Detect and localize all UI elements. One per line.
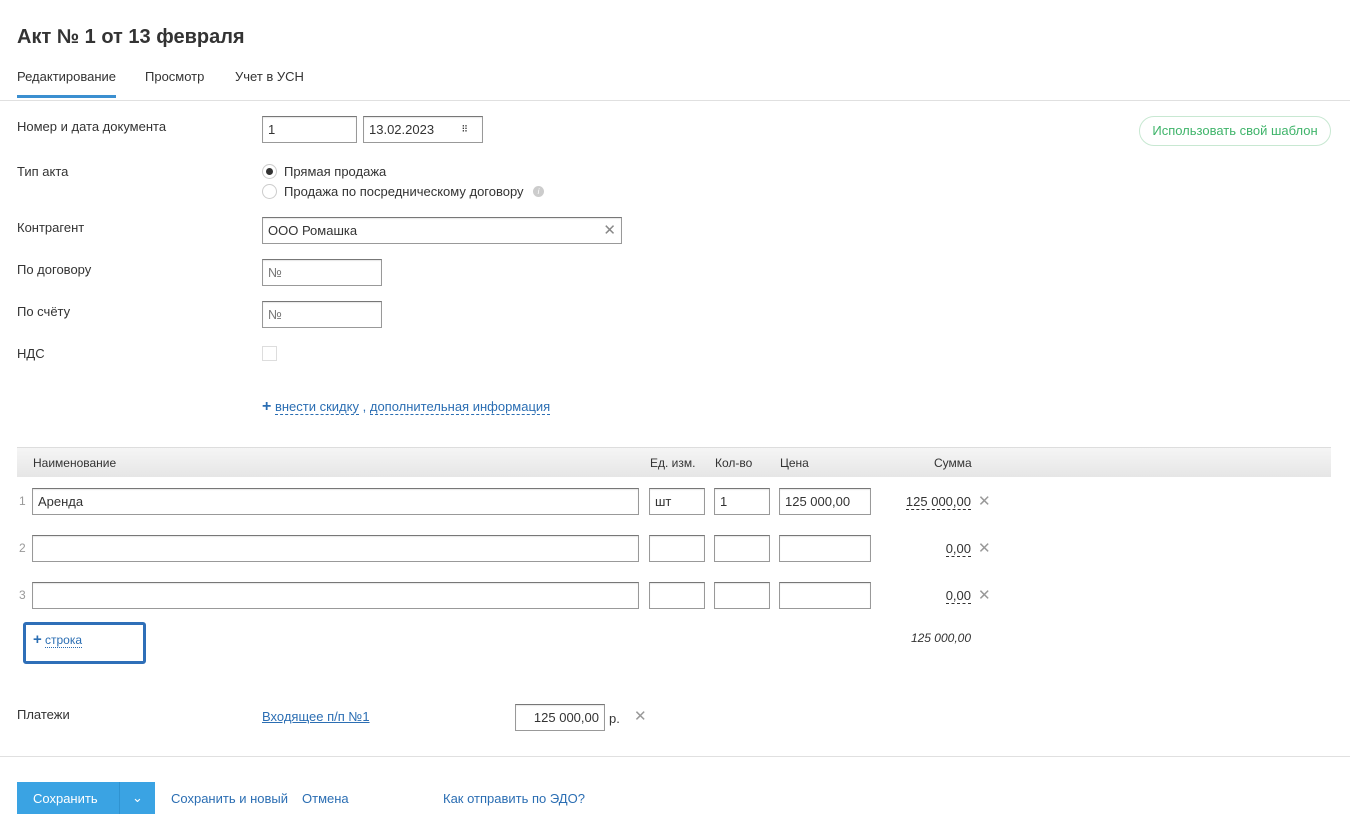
separator: , <box>362 399 367 414</box>
doc-number-input[interactable]: 1 <box>262 116 357 143</box>
invoice-input[interactable]: № <box>262 301 382 328</box>
direct-sale-label: Прямая продажа <box>284 164 387 179</box>
name-input[interactable] <box>32 535 639 562</box>
name-input[interactable] <box>32 582 639 609</box>
counterparty-label: Контрагент <box>17 220 85 235</box>
use-template-button[interactable]: Использовать свой шаблон <box>1139 116 1331 146</box>
counterparty-value: ООО Ромашка <box>268 223 358 238</box>
date-value: 13.02.2023 <box>369 122 435 137</box>
payment-link[interactable]: Входящее п/п №1 <box>262 709 370 724</box>
payment-amount-input[interactable]: 125 000,00 <box>515 704 605 731</box>
col-unit: Ед. изм. <box>650 456 696 470</box>
add-row-link[interactable]: строка <box>45 633 83 648</box>
save-button[interactable]: Сохранить ⌄ <box>17 782 155 814</box>
divider <box>0 100 1350 101</box>
tab-usn[interactable]: Учет в УСН <box>235 69 304 95</box>
divider <box>0 756 1350 757</box>
row-sum: 125 000,00 <box>905 494 971 510</box>
plus-icon: + <box>262 398 272 415</box>
name-input[interactable]: Аренда <box>32 488 639 515</box>
col-qty: Кол-во <box>715 456 753 470</box>
contract-label: По договору <box>17 262 92 277</box>
vat-label: НДС <box>17 346 45 361</box>
vat-checkbox[interactable] <box>262 346 277 361</box>
delete-row-icon[interactable]: ✕ <box>978 539 991 557</box>
radio-agent-sale[interactable] <box>262 184 277 199</box>
extra-info-link[interactable]: дополнительная информация <box>369 399 551 415</box>
plus-icon: + <box>33 631 42 648</box>
invoice-label: По счёту <box>17 304 71 319</box>
row-number: 3 <box>19 588 26 602</box>
qty-input[interactable] <box>714 535 770 562</box>
agent-sale-label: Продажа по посредническому договору <box>284 184 524 199</box>
row-number: 1 <box>19 494 26 508</box>
clear-icon[interactable]: ✕ <box>603 218 616 243</box>
row-number: 2 <box>19 541 26 555</box>
contract-input[interactable]: № <box>262 259 382 286</box>
unit-input[interactable] <box>649 582 705 609</box>
number-date-label: Номер и дата документа <box>17 119 167 134</box>
discount-link[interactable]: внести скидку <box>274 399 359 415</box>
price-input[interactable] <box>779 582 871 609</box>
delete-row-icon[interactable]: ✕ <box>978 586 991 604</box>
chevron-down-icon[interactable]: ⌄ <box>119 782 155 814</box>
col-name: Наименование <box>33 456 117 470</box>
tab-editing[interactable]: Редактирование <box>17 69 117 98</box>
price-input[interactable] <box>779 535 871 562</box>
cancel-link[interactable]: Отмена <box>302 791 349 806</box>
radio-direct-sale[interactable] <box>262 164 277 179</box>
row-sum: 0,00 <box>945 541 971 557</box>
qty-input[interactable] <box>714 582 770 609</box>
page-title: Акт № 1 от 13 февраля <box>17 26 245 48</box>
row-sum: 0,00 <box>945 588 971 604</box>
delete-payment-icon[interactable]: ✕ <box>634 707 647 725</box>
qty-input[interactable]: 1 <box>714 488 770 515</box>
unit-input[interactable]: шт <box>649 488 705 515</box>
table-header: Наименование Ед. изм. Кол-во Цена Сумма <box>17 447 1331 477</box>
tab-preview[interactable]: Просмотр <box>145 69 204 95</box>
col-sum: Сумма <box>934 456 972 470</box>
save-label: Сохранить <box>33 791 98 806</box>
calendar-icon[interactable]: ⠿ <box>461 117 468 142</box>
info-icon[interactable]: i <box>533 186 544 197</box>
type-label: Тип акта <box>17 164 69 179</box>
edo-help-link[interactable]: Как отправить по ЭДО? <box>443 791 585 806</box>
add-row-button[interactable]: + строка <box>23 622 146 664</box>
col-price: Цена <box>780 456 809 470</box>
unit-input[interactable] <box>649 535 705 562</box>
price-input[interactable]: 125 000,00 <box>779 488 871 515</box>
delete-row-icon[interactable]: ✕ <box>978 492 991 510</box>
table-total: 125 000,00 <box>910 631 971 645</box>
counterparty-input[interactable]: ООО Ромашка ✕ <box>262 217 622 244</box>
currency-label: р. <box>609 711 620 726</box>
payments-label: Платежи <box>17 707 70 722</box>
save-and-new-link[interactable]: Сохранить и новый <box>171 791 288 806</box>
doc-date-input[interactable]: 13.02.2023 ⠿ <box>363 116 483 143</box>
